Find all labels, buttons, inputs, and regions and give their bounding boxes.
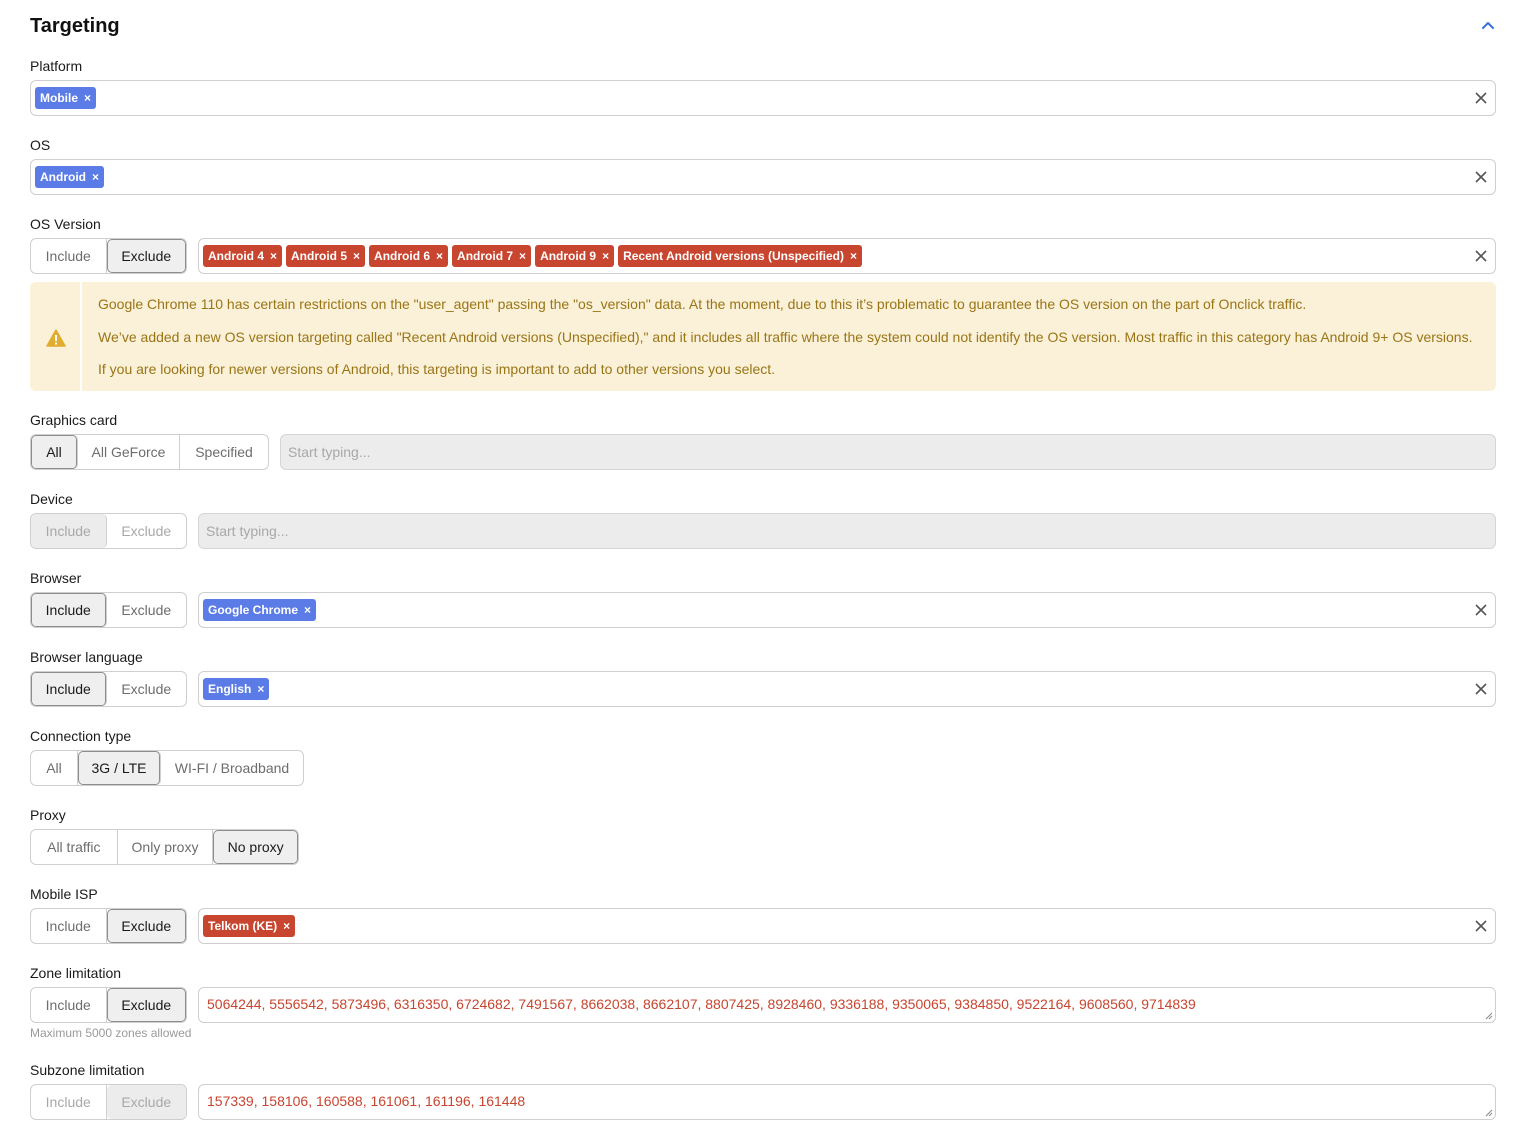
chip-remove-icon[interactable]: × (602, 249, 609, 263)
chip-remove-icon[interactable]: × (84, 91, 91, 105)
chip-language: English × (203, 678, 270, 700)
zone-limitation-label: Zone limitation (30, 965, 122, 981)
connection-type-toggle: All 3G / LTE WI-FI / Broadband (30, 750, 304, 786)
chevron-up-icon[interactable] (1480, 18, 1496, 34)
connection-wifi-option[interactable]: WI-FI / Broadband (161, 751, 303, 785)
targeting-header: Targeting (30, 12, 1496, 40)
connection-3g-lte-option[interactable]: 3G / LTE (78, 751, 161, 785)
clear-icon[interactable] (1473, 169, 1489, 185)
chip-remove-icon[interactable]: × (304, 603, 311, 617)
clear-icon[interactable] (1473, 681, 1489, 697)
graphics-all-option[interactable]: All (31, 435, 78, 469)
graphics-card-input: Start typing... (280, 434, 1496, 470)
proxy-label: Proxy (30, 807, 66, 823)
resize-handle-icon[interactable] (1485, 1109, 1493, 1117)
chip-os-version: Android 9 × (535, 245, 615, 267)
connection-all-option[interactable]: All (31, 751, 78, 785)
exclude-option[interactable]: Exclude (106, 988, 186, 1022)
os-version-warning: Google Chrome 110 has certain restrictio… (30, 282, 1496, 391)
subzone-limitation-label: Subzone limitation (30, 1062, 145, 1078)
browser-language-toggle: Include Exclude (30, 671, 187, 707)
include-option[interactable]: Include (31, 593, 107, 627)
chip-os-version: Android 5 × (286, 245, 366, 267)
subzone-limitation-value: 157339, 158106, 160588, 161061, 161196, … (207, 1093, 526, 1109)
exclude-option[interactable]: Exclude (107, 672, 186, 706)
chip-os-version: Recent Android versions (Unspecified) × (618, 245, 863, 267)
chip-remove-icon[interactable]: × (92, 170, 99, 184)
exclude-option[interactable]: Exclude (106, 239, 186, 273)
clear-icon[interactable] (1473, 918, 1489, 934)
graphics-all-geforce-option[interactable]: All GeForce (78, 435, 180, 469)
exclude-option: Exclude (106, 1085, 186, 1119)
resize-handle-icon[interactable] (1485, 1012, 1493, 1020)
mobile-isp-select[interactable]: Telkom (KE) × (198, 908, 1496, 944)
clear-icon[interactable] (1473, 90, 1489, 106)
chip-remove-icon[interactable]: × (353, 249, 360, 263)
browser-language-select[interactable]: English × (198, 671, 1496, 707)
zone-limitation-hint: Maximum 5000 zones allowed (30, 1026, 192, 1040)
chip-remove-icon[interactable]: × (283, 919, 290, 933)
warning-icon-column (30, 282, 82, 391)
connection-type-label: Connection type (30, 728, 132, 744)
browser-label: Browser (30, 570, 82, 586)
device-toggle: Include Exclude (30, 513, 187, 549)
os-version-select[interactable]: Android 4 × Android 5 × Android 6 × Android… (198, 238, 1496, 274)
zone-limitation-textarea[interactable]: 5064244, 5556542, 5873496, 6316350, 6724… (198, 987, 1496, 1023)
include-option[interactable]: Include (31, 909, 107, 943)
os-version-label: OS Version (30, 216, 101, 232)
subzone-limitation-textarea[interactable]: 157339, 158106, 160588, 161061, 161196, … (198, 1084, 1496, 1120)
graphics-card-label: Graphics card (30, 412, 118, 428)
exclude-option[interactable]: Exclude (106, 909, 186, 943)
os-version-toggle: Include Exclude (30, 238, 187, 274)
chip-isp: Telkom (KE) × (203, 915, 296, 937)
graphics-card-toggle: All All GeForce Specified (30, 434, 269, 470)
chip-os-version: Android 7 × (452, 245, 532, 267)
chip-remove-icon[interactable]: × (436, 249, 443, 263)
include-option: Include (31, 1085, 107, 1119)
mobile-isp-toggle: Include Exclude (30, 908, 187, 944)
warning-text-line-2: We’ve added a new OS version targeting c… (98, 329, 1473, 345)
proxy-all-traffic-option[interactable]: All traffic (31, 830, 118, 864)
include-option[interactable]: Include (31, 239, 107, 273)
browser-language-label: Browser language (30, 649, 143, 665)
include-option[interactable]: Include (31, 988, 107, 1022)
device-input: Start typing... (198, 513, 1496, 549)
browser-select[interactable]: Google Chrome × (198, 592, 1496, 628)
section-title: Targeting (30, 15, 120, 37)
proxy-only-proxy-option[interactable]: Only proxy (118, 830, 214, 864)
graphics-specified-option[interactable]: Specified (180, 435, 268, 469)
exclude-option[interactable]: Exclude (107, 593, 186, 627)
proxy-toggle: All traffic Only proxy No proxy (30, 829, 299, 865)
chip-remove-icon[interactable]: × (257, 682, 264, 696)
chip-platform-mobile: Mobile × (35, 87, 97, 109)
chip-remove-icon[interactable]: × (850, 249, 857, 263)
warning-text-line-1: Google Chrome 110 has certain restrictio… (98, 296, 1307, 312)
chip-os-android: Android × (35, 166, 105, 188)
clear-icon[interactable] (1473, 602, 1489, 618)
chip-browser: Google Chrome × (203, 599, 317, 621)
graphics-card-placeholder: Start typing... (288, 444, 371, 460)
exclude-option: Exclude (121, 523, 172, 539)
include-option[interactable]: Include (31, 672, 107, 706)
os-label: OS (30, 137, 51, 153)
chip-remove-icon[interactable]: × (519, 249, 526, 263)
platform-select[interactable]: Mobile × (30, 80, 1496, 116)
os-select[interactable]: Android × (30, 159, 1496, 195)
zone-limitation-value: 5064244, 5556542, 5873496, 6316350, 6724… (207, 996, 1196, 1012)
chip-os-version: Android 6 × (369, 245, 449, 267)
subzone-limitation-toggle: Include Exclude (30, 1084, 187, 1120)
clear-icon[interactable] (1473, 248, 1489, 264)
include-option: Include (31, 514, 107, 548)
device-label: Device (30, 491, 73, 507)
browser-toggle: Include Exclude (30, 592, 187, 628)
warning-text-line-3: If you are looking for newer versions of… (98, 361, 776, 377)
device-placeholder: Start typing... (206, 523, 289, 539)
zone-limitation-toggle: Include Exclude (30, 987, 187, 1023)
chip-remove-icon[interactable]: × (270, 249, 277, 263)
mobile-isp-label: Mobile ISP (30, 886, 98, 902)
platform-label: Platform (30, 58, 83, 74)
warning-icon (46, 329, 66, 347)
proxy-no-proxy-option[interactable]: No proxy (213, 830, 298, 864)
chip-os-version: Android 4 × (203, 245, 283, 267)
